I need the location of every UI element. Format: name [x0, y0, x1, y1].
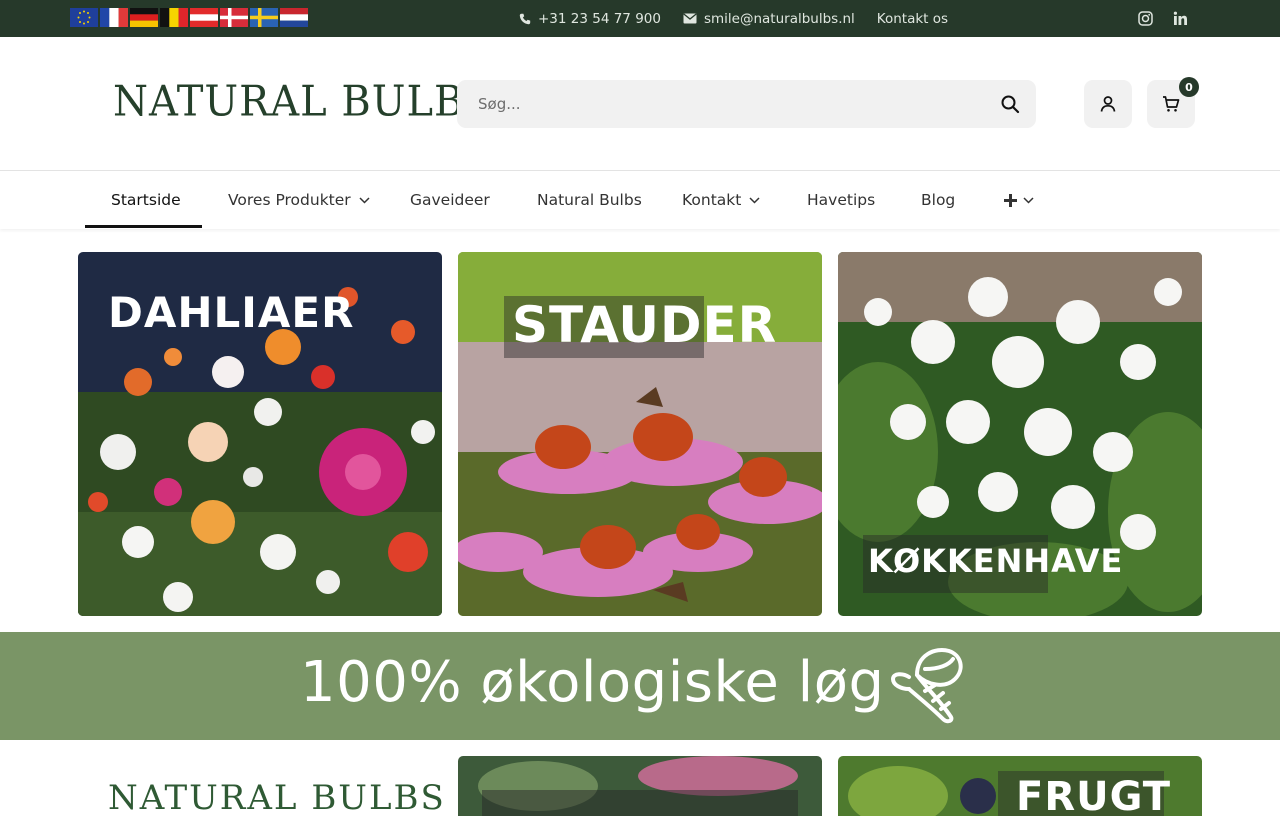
top-bar: +31 23 54 77 900 smile@naturalbulbs.nl K…	[0, 0, 1280, 37]
plus-icon	[1004, 193, 1017, 207]
email-link[interactable]: smile@naturalbulbs.nl	[683, 11, 855, 27]
nav-item-label: Havetips	[807, 191, 876, 209]
nav-more-button[interactable]	[1004, 172, 1034, 228]
instagram-icon[interactable]	[1138, 11, 1153, 26]
nav-item-label: Blog	[921, 191, 956, 209]
nav-item-blog[interactable]: Blog	[921, 172, 955, 228]
envelope-icon	[683, 13, 697, 24]
email-address: smile@naturalbulbs.nl	[703, 10, 855, 27]
germany-flag-icon[interactable]	[130, 8, 158, 27]
bottom-logo: NATURAL BULBS	[108, 778, 446, 818]
search-icon[interactable]	[1000, 94, 1020, 114]
phone-number: +31 23 54 77 900	[538, 10, 661, 27]
category-label: STAUDER	[512, 296, 778, 354]
category-tile-bottom-2[interactable]	[458, 756, 822, 816]
austria-flag-icon[interactable]	[190, 8, 218, 27]
contact-info: +31 23 54 77 900 smile@naturalbulbs.nl K…	[519, 0, 948, 37]
shopping-cart-icon	[1163, 96, 1180, 112]
belgium-flag-icon[interactable]	[160, 8, 188, 27]
nav-item-label: Kontakt	[682, 191, 742, 209]
nav-item-label: Natural Bulbs	[537, 191, 642, 209]
contact-us-link[interactable]: Kontakt os	[877, 11, 948, 27]
category-tile-dahliaer[interactable]: DAHLIAER	[78, 252, 442, 616]
search-bar	[457, 80, 1036, 128]
language-flags	[70, 8, 308, 27]
chevron-down-icon	[359, 196, 370, 204]
organic-banner: 100% økologiske løg	[0, 632, 1280, 740]
phone-link[interactable]: +31 23 54 77 900	[519, 11, 661, 27]
denmark-flag-icon[interactable]	[220, 8, 248, 27]
nav-item-kontakt[interactable]: Kontakt	[682, 172, 760, 228]
site-header: NATURAL BULBS 0	[0, 37, 1280, 171]
nav-item-label: Startside	[111, 191, 181, 209]
nav-item-startside[interactable]: Startside	[111, 172, 181, 228]
nav-item-havetips[interactable]: Havetips	[807, 172, 875, 228]
category-tile-kokkenhave[interactable]: KØKKENHAVE	[838, 252, 1202, 616]
category-label: KØKKENHAVE	[868, 542, 1124, 580]
nav-item-label: Vores Produkter	[228, 191, 351, 209]
netherlands-flag-icon[interactable]	[280, 8, 308, 27]
nav-item-gaveideer[interactable]: Gaveideer	[410, 172, 490, 228]
social-links	[1138, 0, 1188, 37]
phone-icon	[519, 13, 531, 24]
main-navigation: Startside Vores Produkter Gaveideer Natu…	[0, 172, 1280, 229]
contact-us-label: Kontakt os	[876, 10, 949, 27]
category-label: FRUGT	[1016, 774, 1172, 816]
eu-flag-icon[interactable]	[70, 8, 98, 27]
nav-item-vores-produkter[interactable]: Vores Produkter	[228, 172, 370, 228]
site-logo[interactable]: NATURAL BULBS	[113, 78, 493, 126]
bottom-photo-2	[458, 756, 822, 816]
banner-headline: 100% økologiske løg	[300, 650, 885, 715]
bee-icon	[891, 648, 963, 724]
category-label: DAHLIAER	[108, 288, 355, 337]
nav-item-natural-bulbs[interactable]: Natural Bulbs	[537, 172, 642, 228]
account-button[interactable]	[1084, 80, 1132, 128]
user-icon	[1100, 96, 1116, 112]
category-tile-stauder[interactable]: STAUDER	[458, 252, 822, 616]
linkedin-icon[interactable]	[1173, 11, 1188, 26]
france-flag-icon[interactable]	[100, 8, 128, 27]
chevron-down-icon	[749, 196, 760, 204]
category-tile-frugt[interactable]: FRUGT	[838, 756, 1202, 816]
sweden-flag-icon[interactable]	[250, 8, 278, 27]
active-nav-indicator	[85, 225, 202, 228]
cart-count-badge: 0	[1179, 77, 1199, 97]
nav-item-label: Gaveideer	[410, 191, 490, 209]
search-input[interactable]	[457, 80, 977, 128]
chevron-down-icon	[1023, 196, 1034, 204]
